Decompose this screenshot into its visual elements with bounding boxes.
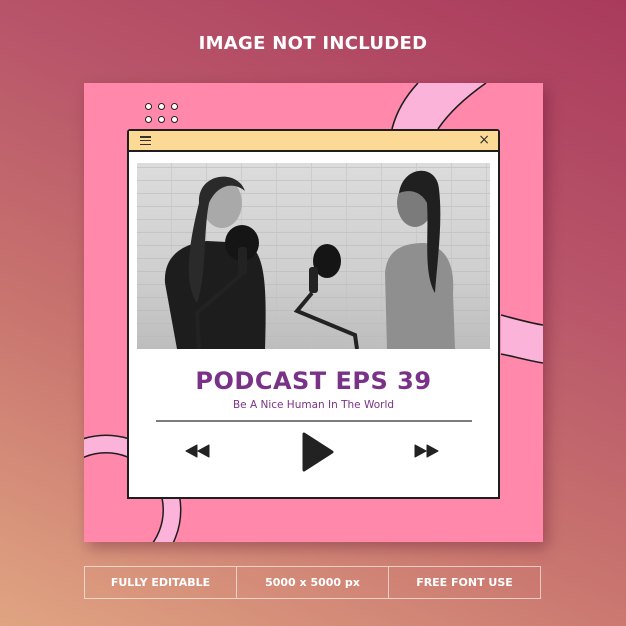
photo-illustration [164, 170, 455, 349]
progress-bar[interactable] [156, 420, 472, 422]
close-icon[interactable]: × [478, 132, 490, 148]
person-right [385, 170, 455, 349]
episode-subtitle: Be A Nice Human In The World [232, 399, 395, 411]
rewind-icon[interactable] [185, 444, 211, 458]
ring-top-right [392, 83, 486, 129]
podcast-card: × PODCAST EPS 39 Be A Nice Human In The … [84, 83, 543, 542]
footer-item-resolution: 5000 x 5000 px [237, 567, 389, 598]
podcast-photo [137, 163, 490, 349]
window-titlebar: × [129, 131, 498, 152]
play-icon[interactable] [301, 431, 335, 473]
fast-forward-icon[interactable] [414, 444, 440, 458]
progress-track [156, 420, 472, 422]
person-left [164, 176, 266, 349]
headline: IMAGE NOT INCLUDED [198, 33, 428, 54]
footer-item-font: FREE FONT USE [416, 576, 513, 589]
feature-footer: FULLY EDITABLE 5000 x 5000 px FREE FONT … [84, 566, 541, 599]
dot-grid [145, 103, 185, 127]
player-window: × PODCAST EPS 39 Be A Nice Human In The … [127, 129, 500, 499]
footer-item-editable: FULLY EDITABLE [85, 567, 237, 598]
hamburger-menu-icon[interactable] [140, 136, 151, 146]
episode-title: PODCAST EPS 39 [195, 367, 432, 395]
microphone-center [293, 244, 359, 349]
